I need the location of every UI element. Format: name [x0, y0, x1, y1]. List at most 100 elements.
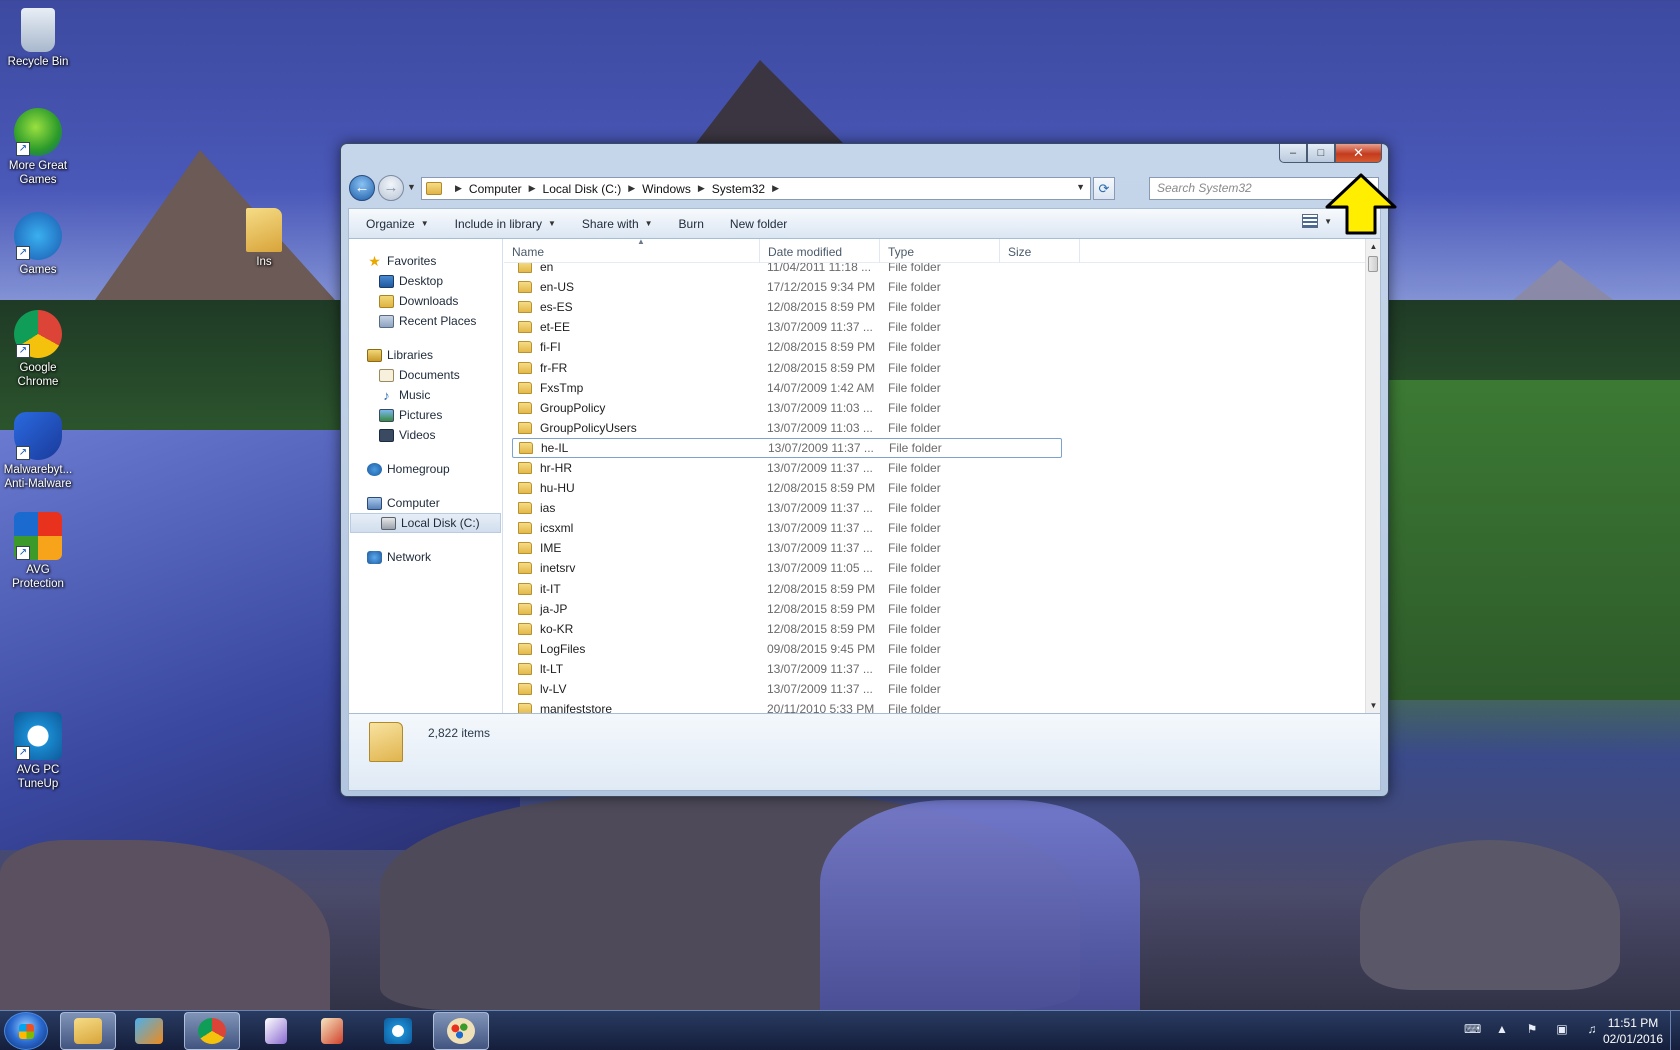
desktop-icon-malwarebytes[interactable]: ↗ Malwarebyt... Anti-Malware [0, 412, 76, 491]
nav-computer[interactable]: Computer [349, 493, 502, 513]
share-with-button[interactable]: Share with ▼ [573, 217, 662, 231]
column-header-date-modified[interactable]: Date modified [760, 239, 880, 263]
back-button[interactable]: ← [349, 175, 375, 201]
breadcrumb-system32[interactable]: System32 [712, 182, 765, 196]
date-modified-cell: 13/07/2009 11:37 ... [767, 460, 873, 475]
nav-music[interactable]: ♪ Music [349, 385, 502, 405]
breadcrumb-local-disk[interactable]: Local Disk (C:) [543, 182, 622, 196]
chevron-right-icon[interactable]: ▶ [628, 183, 635, 194]
table-row[interactable]: fi-FI 12/08/2015 8:59 PM File folder [512, 337, 1357, 357]
nav-videos[interactable]: Videos [349, 425, 502, 445]
taskbar-chrome[interactable] [184, 1012, 240, 1050]
burn-button[interactable]: Burn [670, 217, 713, 231]
maximize-button[interactable]: □ [1307, 144, 1335, 163]
table-row[interactable]: ias 13/07/2009 11:37 ... File folder [512, 498, 1357, 518]
forward-button[interactable]: → [378, 175, 404, 201]
videos-icon [379, 428, 394, 442]
caption-buttons: ‒ □ ✕ [1279, 144, 1382, 163]
taskbar-games[interactable] [304, 1012, 360, 1050]
column-header-name[interactable]: Name [504, 239, 760, 263]
table-row[interactable]: FxsTmp 14/07/2009 1:42 AM File folder [512, 378, 1357, 398]
nav-pictures[interactable]: Pictures [349, 405, 502, 425]
file-name-cell: it-IT [512, 582, 767, 596]
taskbar-tuneup[interactable] [370, 1012, 426, 1050]
table-row[interactable]: hu-HU 12/08/2015 8:59 PM File folder [512, 478, 1357, 498]
address-bar[interactable]: ▶ Computer ▶ Local Disk (C:) ▶ Windows ▶… [421, 177, 1091, 200]
keyboard-icon[interactable]: ⌨ [1464, 1021, 1481, 1037]
table-row[interactable]: IME 13/07/2009 11:37 ... File folder [512, 538, 1357, 558]
desktop-icon-avg-pc-tuneup[interactable]: ↗ AVG PC TuneUp [0, 712, 76, 791]
taskbar-paint[interactable] [433, 1012, 489, 1050]
desktop-icon-more-great-games[interactable]: ↗ More Great Games [0, 108, 76, 187]
scroll-up-icon[interactable]: ▲ [1366, 239, 1380, 254]
nav-desktop[interactable]: Desktop [349, 271, 502, 291]
nav-favorites[interactable]: ★ Favorites [349, 251, 502, 271]
new-folder-button[interactable]: New folder [721, 217, 796, 231]
nav-network[interactable]: Network [349, 547, 502, 567]
desktop-icon-avg-protection[interactable]: ↗ AVG Protection [0, 512, 76, 591]
breadcrumb-computer[interactable]: Computer [469, 182, 522, 196]
rock [0, 840, 330, 1010]
taskbar-media-player[interactable] [121, 1012, 177, 1050]
start-button[interactable] [4, 1012, 48, 1050]
table-row[interactable]: ko-KR 12/08/2015 8:59 PM File folder [512, 619, 1357, 639]
chevron-down-icon[interactable]: ▼ [1076, 182, 1085, 192]
table-row[interactable]: fr-FR 12/08/2015 8:59 PM File folder [512, 357, 1357, 377]
minimize-button[interactable]: ‒ [1279, 144, 1307, 163]
table-row[interactable]: LogFiles 09/08/2015 9:45 PM File folder [512, 639, 1357, 659]
type-cell: File folder [889, 440, 942, 455]
nav-downloads[interactable]: Downloads [349, 291, 502, 311]
vertical-scrollbar[interactable]: ▲ ▼ [1365, 239, 1380, 713]
taskbar-explorer[interactable] [60, 1012, 116, 1050]
scroll-down-icon[interactable]: ▼ [1366, 698, 1380, 713]
type-cell: File folder [888, 682, 941, 697]
chevron-right-icon[interactable]: ▶ [455, 183, 462, 194]
table-row[interactable]: inetsrv 13/07/2009 11:05 ... File folder [512, 558, 1357, 578]
table-row[interactable]: he-IL 13/07/2009 11:37 ... File folder [512, 437, 1062, 458]
view-details-icon[interactable] [1302, 214, 1319, 228]
table-row[interactable]: es-ES 12/08/2015 8:59 PM File folder [512, 297, 1357, 317]
table-row[interactable]: GroupPolicyUsers 13/07/2009 11:03 ... File… [512, 418, 1357, 438]
nav-homegroup[interactable]: Homegroup [349, 459, 502, 479]
desktop-icon-games[interactable]: ↗ Games [0, 212, 76, 277]
desktop-icon-google-chrome[interactable]: ↗ Google Chrome [0, 310, 76, 389]
table-row[interactable]: manifeststore 20/11/2010 5:33 PM File fold… [512, 699, 1357, 713]
item-count: 2,822 items [428, 726, 491, 740]
show-hidden-icons-icon[interactable]: ▲ [1494, 1021, 1510, 1037]
navigation-pane: ★ Favorites Desktop Downloads Recent Plac… [349, 239, 503, 713]
chevron-right-icon[interactable]: ▶ [772, 183, 779, 194]
column-header-size[interactable]: Size [1000, 239, 1080, 263]
table-row[interactable]: lt-LT 13/07/2009 11:37 ... File folder [512, 659, 1357, 679]
table-row[interactable]: lv-LV 13/07/2009 11:37 ... File folder [512, 679, 1357, 699]
table-row[interactable]: en-US 17/12/2015 9:34 PM File folder [512, 277, 1357, 297]
nav-documents[interactable]: Documents [349, 365, 502, 385]
table-row[interactable]: et-EE 13/07/2009 11:37 ... File folder [512, 317, 1357, 337]
organize-button[interactable]: Organize ▼ [357, 217, 438, 231]
column-header-type[interactable]: Type [880, 239, 1000, 263]
action-center-flag-icon[interactable]: ⚑ [1524, 1021, 1540, 1037]
nav-local-disk[interactable]: Local Disk (C:) [350, 513, 501, 533]
desktop-icon-recycle-bin[interactable]: Recycle Bin [0, 8, 76, 69]
chevron-right-icon[interactable]: ▶ [529, 183, 536, 194]
nav-recent-places[interactable]: Recent Places [349, 311, 502, 331]
show-desktop-button[interactable] [1670, 1011, 1680, 1050]
libraries-icon [367, 348, 382, 362]
table-row[interactable]: icsxml 13/07/2009 11:37 ... File folder [512, 518, 1357, 538]
table-row[interactable]: GroupPolicy 13/07/2009 11:03 ... File fold… [512, 398, 1357, 418]
chevron-right-icon[interactable]: ▶ [698, 183, 705, 194]
table-row[interactable]: hr-HR 13/07/2009 11:37 ... File folder [512, 458, 1357, 478]
desktop-icon-ins[interactable]: Ins [226, 208, 302, 269]
table-row[interactable]: ja-JP 12/08/2015 8:59 PM File folder [512, 599, 1357, 619]
table-row[interactable]: it-IT 12/08/2015 8:59 PM File folder [512, 579, 1357, 599]
nav-libraries[interactable]: Libraries [349, 345, 502, 365]
breadcrumb-windows[interactable]: Windows [642, 182, 691, 196]
recent-pages-dropdown[interactable]: ▼ [407, 182, 416, 192]
network-icon[interactable]: ▣ [1554, 1021, 1570, 1037]
scrollbar-thumb[interactable] [1368, 256, 1378, 272]
include-in-library-button[interactable]: Include in library ▼ [446, 217, 565, 231]
refresh-button[interactable]: ⟳ [1093, 177, 1115, 200]
close-button[interactable]: ✕ [1335, 144, 1382, 163]
date-modified-cell: 13/07/2009 11:37 ... [767, 541, 873, 556]
clock[interactable]: 11:51 PM 02/01/2016 [1598, 1015, 1668, 1047]
taskbar-solitaire[interactable] [248, 1012, 304, 1050]
